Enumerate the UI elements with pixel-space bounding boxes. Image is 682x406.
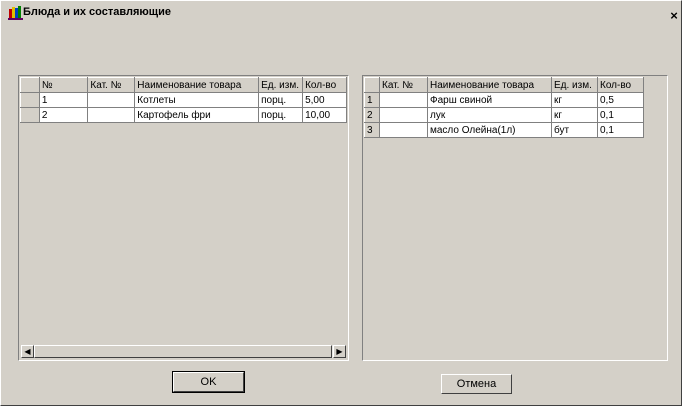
dish-cat[interactable] <box>87 107 136 123</box>
dialog-window: Блюда и их составляющие × № Кат. № Наиме… <box>0 0 682 406</box>
components-header-cat[interactable]: Кат. № <box>379 77 428 93</box>
components-header-row: Кат. № Наименование товара Ед. изм. Кол-… <box>364 77 644 93</box>
component-cat[interactable] <box>379 107 428 123</box>
component-cat[interactable] <box>379 92 428 108</box>
dish-num[interactable]: 1 <box>39 92 89 108</box>
window-title: Блюда и их составляющие <box>23 6 171 18</box>
components-header-unit[interactable]: Ед. изм. <box>551 77 598 93</box>
dishes-grid[interactable]: № Кат. № Наименование товара Ед. изм. Ко… <box>18 75 349 361</box>
component-qty[interactable]: 0,5 <box>597 92 644 108</box>
component-cat[interactable] <box>379 122 428 138</box>
table-row[interactable]: 2 Картофель фри порц. 10,00 <box>20 107 347 123</box>
dishes-header-indicator <box>20 77 40 93</box>
scroll-left-icon[interactable]: ◀ <box>21 345 34 358</box>
components-header-qty[interactable]: Кол-во <box>597 77 644 93</box>
dishes-header-row: № Кат. № Наименование товара Ед. изм. Ко… <box>20 77 347 93</box>
table-row[interactable]: 1 Фарш свиной кг 0,5 <box>364 92 644 108</box>
components-grid[interactable]: Кат. № Наименование товара Ед. изм. Кол-… <box>362 75 668 361</box>
dishes-header-cat[interactable]: Кат. № <box>87 77 136 93</box>
dish-num[interactable]: 2 <box>39 107 89 123</box>
cancel-button[interactable]: Отмена <box>441 374 512 394</box>
dish-qty[interactable]: 10,00 <box>302 107 347 123</box>
table-row[interactable]: 2 лук кг 0,1 <box>364 107 644 123</box>
component-name[interactable]: лук <box>427 107 552 123</box>
dishes-header-name[interactable]: Наименование товара <box>134 77 260 93</box>
dishes-header-unit[interactable]: Ед. изм. <box>258 77 304 93</box>
title-bar[interactable]: Блюда и их составляющие × <box>1 1 681 25</box>
close-icon[interactable]: × <box>668 9 680 22</box>
dish-qty[interactable]: 5,00 <box>302 92 347 108</box>
dishes-table: № Кат. № Наименование товара Ед. изм. Ко… <box>20 77 347 123</box>
row-index[interactable]: 2 <box>364 107 380 123</box>
dishes-header-num[interactable]: № <box>38 77 89 93</box>
books-icon <box>8 6 23 20</box>
component-unit[interactable]: кг <box>551 92 598 108</box>
row-indicator[interactable] <box>20 107 40 123</box>
table-row[interactable]: 3 масло Олейна(1л) бут 0,1 <box>364 122 644 138</box>
dish-cat[interactable] <box>87 92 136 108</box>
component-qty[interactable]: 0,1 <box>597 107 644 123</box>
dish-unit[interactable]: порц. <box>258 92 304 108</box>
component-unit[interactable]: кг <box>551 107 598 123</box>
component-unit[interactable]: бут <box>551 122 598 138</box>
components-header-name[interactable]: Наименование товара <box>427 77 552 93</box>
component-name[interactable]: Фарш свиной <box>427 92 552 108</box>
components-header-indicator <box>364 77 380 93</box>
dish-unit[interactable]: порц. <box>258 107 304 123</box>
scroll-right-icon[interactable]: ▶ <box>333 345 346 358</box>
row-index[interactable]: 1 <box>364 92 380 108</box>
row-index[interactable]: 3 <box>364 122 380 138</box>
table-row[interactable]: 1 Котлеты порц. 5,00 <box>20 92 347 108</box>
components-table: Кат. № Наименование товара Ед. изм. Кол-… <box>364 77 644 138</box>
horizontal-scrollbar[interactable]: ◀ ▶ <box>21 345 346 358</box>
component-qty[interactable]: 0,1 <box>597 122 644 138</box>
dish-name[interactable]: Картофель фри <box>134 107 260 123</box>
scroll-thumb[interactable] <box>34 345 332 358</box>
ok-button[interactable]: OK <box>172 371 245 393</box>
row-indicator[interactable] <box>20 92 40 108</box>
component-name[interactable]: масло Олейна(1л) <box>427 122 552 138</box>
dishes-header-qty[interactable]: Кол-во <box>302 77 347 93</box>
dish-name[interactable]: Котлеты <box>134 92 260 108</box>
